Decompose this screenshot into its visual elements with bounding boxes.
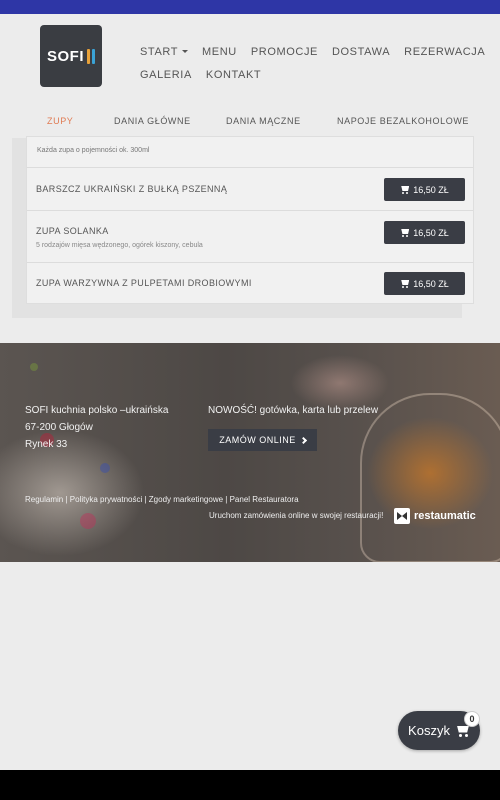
- header: SOFI START MENU PROMOCJE DOSTAWA REZERWA…: [0, 14, 500, 104]
- footer: SOFI kuchnia polsko –ukraińska 67-200 Gł…: [0, 343, 500, 562]
- add-to-cart-button[interactable]: 16,50 ZŁ: [384, 178, 465, 201]
- cart-label: Koszyk: [408, 723, 450, 738]
- category-tabs: ZUPY DANIA GŁÓWNE DANIA MĄCZNE NAPOJE BE…: [0, 112, 500, 134]
- menu-list: Każda zupa o pojemności ok. 300ml BARSZC…: [26, 136, 474, 304]
- nav-menu[interactable]: MENU: [202, 46, 237, 58]
- restaumatic-label: restaumatic: [414, 510, 476, 522]
- menu-item-description: 5 rodzajów mięsa wędzonego, ogórek kiszo…: [36, 242, 203, 249]
- cart-icon: [400, 279, 410, 288]
- embroidery-decoration: [30, 363, 38, 371]
- price-label: 16,50 ZŁ: [413, 227, 449, 238]
- menu-item: BARSZCZ UKRAIŃSKI Z BUŁKĄ PSZENNĄ 16,50 …: [27, 167, 473, 210]
- link-regulamin[interactable]: Regulamin: [25, 495, 63, 504]
- link-polityka[interactable]: Polityka prywatności: [70, 495, 142, 504]
- logo-text: SOFI: [46, 47, 84, 65]
- footer-links: Regulamin | Polityka prywatności | Zgody…: [25, 495, 299, 504]
- menu-item-name: ZUPA WARZYWNA Z PULPETAMI DROBIOWYMI: [36, 278, 252, 288]
- nav-galeria[interactable]: GALERIA: [140, 69, 192, 81]
- tab-zupy[interactable]: ZUPY: [47, 116, 73, 126]
- chevron-right-icon: [299, 436, 307, 444]
- powered-by-text[interactable]: Uruchom zamówienia online w swojej resta…: [209, 511, 383, 520]
- add-to-cart-button[interactable]: 16,50 ZŁ: [384, 221, 465, 244]
- cart-count-badge: 0: [464, 711, 480, 727]
- footer-restaurant-name: SOFI kuchnia polsko –ukraińska: [25, 405, 169, 416]
- bottom-bar: [0, 770, 500, 800]
- restaumatic-logo[interactable]: restaumatic: [394, 508, 476, 524]
- menu-item-name: BARSZCZ UKRAIŃSKI Z BUŁKĄ PSZENNĄ: [36, 184, 228, 194]
- footer-street: Rynek 33: [25, 439, 68, 450]
- tea-glass-decoration: [360, 393, 500, 562]
- tab-napoje[interactable]: NAPOJE BEZALKOHOLOWE: [337, 116, 469, 126]
- embroidery-decoration: [100, 463, 110, 473]
- add-to-cart-button[interactable]: 16,50 ZŁ: [384, 272, 465, 295]
- menu-item-name: ZUPA SOLANKA: [36, 226, 109, 236]
- nav-start-label: START: [140, 45, 179, 58]
- price-label: 16,50 ZŁ: [413, 184, 449, 195]
- link-zgody[interactable]: Zgody marketingowe: [149, 495, 223, 504]
- caret-down-icon: [182, 50, 189, 54]
- link-panel[interactable]: Panel Restauratora: [230, 495, 299, 504]
- nav-kontakt[interactable]: KONTAKT: [206, 69, 261, 81]
- cart-icon: [400, 185, 410, 194]
- nav-promocje[interactable]: PROMOCJE: [251, 46, 318, 58]
- footer-city: 67-200 Głogów: [25, 422, 93, 433]
- cutlery-icon: [87, 48, 95, 64]
- order-online-label: ZAMÓW ONLINE: [219, 435, 296, 445]
- restaumatic-icon: [394, 508, 410, 524]
- menu-item: ZUPA SOLANKA 5 rodzajów mięsa wędzonego,…: [27, 210, 473, 262]
- nav-start[interactable]: START: [140, 45, 189, 58]
- tab-dania-maczne[interactable]: DANIA MĄCZNE: [226, 116, 301, 126]
- order-online-button[interactable]: ZAMÓW ONLINE: [208, 429, 317, 451]
- main-nav: START MENU PROMOCJE DOSTAWA REZERWACJA G…: [140, 40, 485, 86]
- nav-rezerwacja[interactable]: REZERWACJA: [404, 46, 485, 58]
- price-label: 16,50 ZŁ: [413, 278, 449, 289]
- cart-icon: [400, 228, 410, 237]
- nav-dostawa[interactable]: DOSTAWA: [332, 46, 390, 58]
- embroidery-decoration: [80, 513, 96, 529]
- logo[interactable]: SOFI: [40, 25, 102, 87]
- footer-news: NOWOŚĆ! gotówka, karta lub przelew: [208, 405, 379, 416]
- category-note: Każda zupa o pojemności ok. 300ml: [37, 147, 150, 154]
- top-bar: [0, 0, 500, 14]
- menu-item: ZUPA WARZYWNA Z PULPETAMI DROBIOWYMI 16,…: [27, 262, 473, 304]
- tab-dania-glowne[interactable]: DANIA GŁÓWNE: [114, 116, 191, 126]
